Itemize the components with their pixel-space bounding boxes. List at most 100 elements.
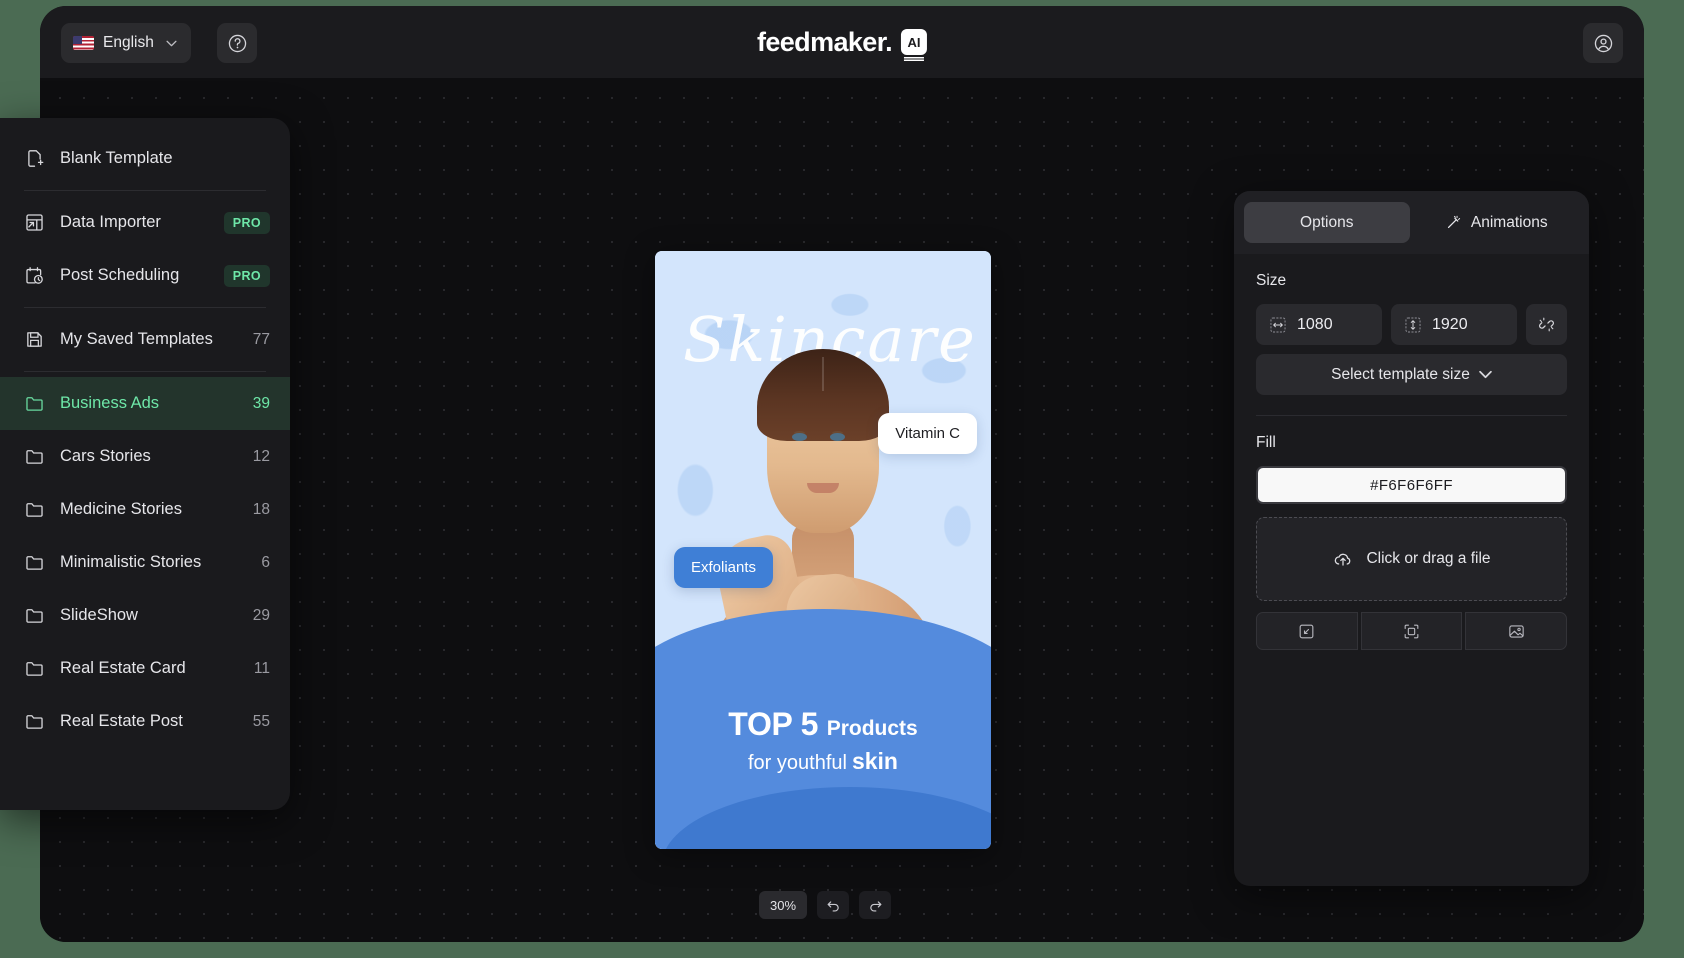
sidebar-item-label: Business Ads: [60, 394, 238, 413]
tab-animations-label: Animations: [1471, 214, 1548, 232]
size-section: Size 1080 1920: [1234, 254, 1589, 416]
magic-wand-icon: [1445, 214, 1462, 231]
sidebar-item-count: 29: [253, 607, 270, 625]
artboard-pill-vitamin-c[interactable]: Vitamin C: [878, 413, 977, 454]
undo-button[interactable]: [817, 891, 849, 919]
corner-resize-icon: [1297, 622, 1316, 641]
design-artboard[interactable]: Skincare Vitamin C Exfoliants TOP 5 Pro: [655, 251, 991, 849]
sidebar-item-label: Medicine Stories: [60, 500, 238, 519]
sidebar-item-post-scheduling[interactable]: Post Scheduling PRO: [0, 249, 290, 302]
tab-options[interactable]: Options: [1244, 202, 1410, 243]
folder-icon: [24, 393, 45, 414]
fill-color-input[interactable]: #F6F6F6FF: [1256, 466, 1567, 504]
fill-mode-buttons: [1256, 612, 1567, 650]
undo-arrow-icon: [825, 897, 842, 914]
tab-animations[interactable]: Animations: [1414, 202, 1580, 243]
aspect-ratio-lock-button[interactable]: [1526, 304, 1567, 345]
redo-arrow-icon: [867, 897, 884, 914]
size-section-title: Size: [1256, 272, 1567, 290]
chevron-down-icon: [1479, 370, 1492, 379]
pro-badge: PRO: [224, 212, 270, 234]
sidebar-item-real-estate-card[interactable]: Real Estate Card 11: [0, 642, 290, 695]
fill-section-title: Fill: [1256, 434, 1567, 452]
calendar-clock-icon: [24, 265, 45, 286]
folder-icon: [24, 658, 45, 679]
template-sidebar: Blank Template Data Importer PRO Post Sc…: [0, 118, 290, 810]
folder-icon: [24, 552, 45, 573]
fit-frame-icon: [1402, 622, 1421, 641]
arrow-vertical-icon: [1405, 317, 1421, 333]
sidebar-item-label: Post Scheduling: [60, 266, 209, 285]
artboard-pill-exfoliants[interactable]: Exfoliants: [674, 547, 773, 588]
folder-icon: [24, 711, 45, 732]
redo-button[interactable]: [859, 891, 891, 919]
sidebar-item-label: Blank Template: [60, 149, 270, 168]
sidebar-item-medicine-stories[interactable]: Medicine Stories 18: [0, 483, 290, 536]
folder-icon: [24, 499, 45, 520]
file-upload-label: Click or drag a file: [1366, 550, 1490, 568]
sidebar-item-real-estate-post[interactable]: Real Estate Post 55: [0, 695, 290, 748]
fit-frame-button[interactable]: [1361, 612, 1463, 650]
sidebar-item-blank-template[interactable]: Blank Template: [0, 132, 290, 185]
sidebar-item-label: Real Estate Post: [60, 712, 238, 731]
chevron-down-icon: [166, 40, 177, 47]
sidebar-item-count: 6: [261, 554, 270, 572]
import-table-icon: [24, 212, 45, 233]
sidebar-item-minimalistic-stories[interactable]: Minimalistic Stories 6: [0, 536, 290, 589]
sidebar-item-count: 18: [253, 501, 270, 519]
question-mark-icon: [227, 33, 248, 54]
ai-badge: AI: [901, 29, 927, 55]
artboard-headline-sub: Products: [827, 717, 918, 740]
sidebar-divider: [24, 371, 266, 372]
file-plus-icon: [24, 148, 45, 169]
pro-badge: PRO: [224, 265, 270, 287]
sidebar-item-my-saved-templates[interactable]: My Saved Templates 77: [0, 313, 290, 366]
sidebar-item-label: Data Importer: [60, 213, 209, 232]
sidebar-divider: [24, 190, 266, 191]
folder-icon: [24, 605, 45, 626]
sidebar-item-data-importer[interactable]: Data Importer PRO: [0, 196, 290, 249]
sidebar-item-count: 39: [253, 395, 270, 413]
sidebar-item-count: 12: [253, 448, 270, 466]
language-label: English: [103, 34, 154, 52]
sidebar-item-business-ads[interactable]: Business Ads 39: [0, 377, 290, 430]
width-value: 1080: [1297, 316, 1333, 334]
file-upload-dropzone[interactable]: Click or drag a file: [1256, 517, 1567, 601]
account-button[interactable]: [1583, 23, 1623, 63]
sidebar-item-label: Real Estate Card: [60, 659, 239, 678]
properties-panel: Options Animations Size: [1234, 191, 1589, 886]
sidebar-item-label: My Saved Templates: [60, 330, 238, 349]
width-input[interactable]: 1080: [1256, 304, 1382, 345]
sidebar-item-cars-stories[interactable]: Cars Stories 12: [0, 430, 290, 483]
cloud-upload-icon: [1332, 548, 1354, 570]
arrow-horizontal-icon: [1270, 317, 1286, 333]
help-button[interactable]: [217, 23, 257, 63]
zoom-level-button[interactable]: 30%: [759, 891, 807, 919]
folder-icon: [24, 446, 45, 467]
brand-logo: feedmaker. AI: [757, 6, 927, 78]
brand-name: feedmaker.: [757, 27, 892, 58]
panel-tabs: Options Animations: [1234, 191, 1589, 254]
template-size-select[interactable]: Select template size: [1256, 354, 1567, 395]
height-input[interactable]: 1920: [1391, 304, 1517, 345]
zoom-toolbar: 30%: [759, 891, 891, 919]
broken-link-icon: [1537, 315, 1556, 334]
artboard-subline-strong: skin: [852, 748, 898, 774]
us-flag-icon: [73, 36, 94, 50]
language-selector[interactable]: English: [61, 23, 191, 63]
sidebar-item-count: 11: [254, 660, 270, 678]
height-value: 1920: [1432, 316, 1468, 334]
image-fill-button[interactable]: [1465, 612, 1567, 650]
sidebar-item-label: Minimalistic Stories: [60, 553, 246, 572]
sidebar-item-label: Cars Stories: [60, 447, 238, 466]
sidebar-divider: [24, 307, 266, 308]
top-bar: English feedmaker. AI: [40, 6, 1644, 78]
artboard-copy-block[interactable]: TOP 5 Products for youthfulskin: [655, 707, 991, 775]
sidebar-item-label: SlideShow: [60, 606, 238, 625]
template-size-label: Select template size: [1331, 366, 1470, 384]
corner-resize-button[interactable]: [1256, 612, 1358, 650]
tab-options-label: Options: [1300, 214, 1353, 232]
sidebar-item-count: 77: [253, 331, 270, 349]
sidebar-item-slideshow[interactable]: SlideShow 29: [0, 589, 290, 642]
user-circle-icon: [1593, 33, 1614, 54]
